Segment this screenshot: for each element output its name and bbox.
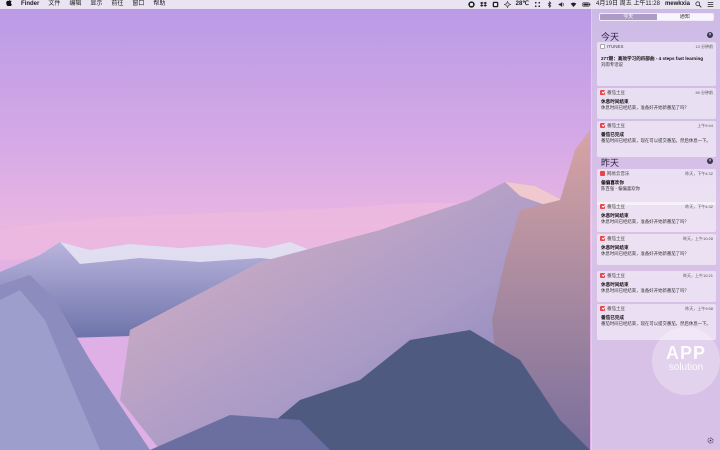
notification-center-icon[interactable]	[707, 1, 714, 8]
app-menu-finder[interactable]: Finder	[21, 0, 39, 9]
menu-window[interactable]: 窗口	[132, 0, 144, 9]
section-header-yesterday: 昨天 ×	[601, 156, 713, 168]
notification-time: 昨天，上午9:58	[685, 306, 713, 311]
datetime-label[interactable]: 4月19日 周五 上午11:28	[596, 0, 660, 9]
gear-icon[interactable]	[707, 437, 714, 444]
section-header-today: 今天 ×	[601, 30, 713, 42]
notification-app: 番茄土豆	[607, 306, 625, 311]
notification-app: 番茄土豆	[607, 90, 625, 95]
menu-edit[interactable]: 编辑	[69, 0, 81, 9]
notification-time: 13 分钟前	[695, 44, 713, 49]
notification-body: 番茄时间已经结束，现在可以提交番茄，然后休息一下。	[601, 138, 711, 143]
tomato-app-icon	[600, 90, 605, 95]
menu-view[interactable]: 显示	[90, 0, 102, 9]
notification-app: 网易云音乐	[607, 171, 630, 176]
app-grid-icon[interactable]	[534, 1, 541, 8]
wifi-icon[interactable]	[570, 1, 577, 8]
notification-body: 陈百强 - 偏偏喜欢你	[601, 186, 641, 191]
menu-go[interactable]: 前往	[111, 0, 123, 9]
tomato-app-icon	[600, 236, 605, 241]
notification-card[interactable]: 番茄土豆 昨天，上午10:21 休息时间结束 休息时间已经结束，准备好开始新番茄…	[597, 271, 716, 302]
volume-icon[interactable]	[558, 1, 565, 8]
notification-app: ITUNES	[607, 44, 624, 49]
notification-time: 昨天，下午4:32	[685, 204, 713, 209]
notification-card[interactable]: 网易云音乐 昨天，下午4:32 偏偏喜欢你 陈百强 - 偏偏喜欢你	[597, 169, 716, 205]
notification-body: 休息时间已经结束，准备好开始新番茄了吗？	[601, 288, 689, 293]
bluetooth-icon[interactable]	[546, 1, 553, 8]
battery-icon[interactable]	[582, 1, 591, 8]
notification-time: 59 分钟前	[695, 90, 713, 95]
notification-time: 上午9:44	[697, 123, 713, 128]
box-icon[interactable]	[492, 1, 499, 8]
section-title: 昨天	[601, 158, 620, 168]
menu-bar: Finder 文件 编辑 显示 前往 窗口 帮助 28℃ 4月19日 周五 上午…	[0, 0, 720, 9]
temperature-label[interactable]: 28℃	[516, 0, 529, 9]
notification-app: 番茄土豆	[607, 236, 625, 241]
notification-time: 昨天，下午4:32	[685, 171, 713, 176]
weather-icon[interactable]	[503, 1, 511, 8]
menu-file[interactable]: 文件	[48, 0, 60, 9]
tab-today[interactable]: 今天	[600, 14, 657, 20]
apple-menu-icon[interactable]	[6, 0, 12, 10]
notification-body: 番茄时间已经结束，现在可以提交番茄，然后休息一下。	[601, 321, 711, 326]
tomato-app-icon	[600, 273, 605, 278]
dropbox-icon[interactable]	[479, 1, 487, 8]
notification-card[interactable]: 番茄土豆 昨天，下午4:32 休息时间结束 休息时间已经结束，准备好开始新番茄了…	[597, 202, 716, 232]
clear-section-icon[interactable]: ×	[707, 158, 713, 164]
notification-body: 休息时间已经结束，准备好开始新番茄了吗？	[601, 105, 689, 110]
notification-time: 昨天，上午10:21	[682, 273, 713, 278]
itunes-icon	[600, 44, 605, 49]
search-icon[interactable]	[695, 1, 702, 8]
watermark-logo: APP solution	[652, 327, 720, 395]
notification-app: 番茄土豆	[607, 204, 625, 209]
watermark-line1: APP	[665, 343, 706, 363]
nc-segmented-control: 今天 通知	[599, 13, 714, 21]
notification-body: 休息时间已经结束，准备好开始新番茄了吗？	[601, 219, 689, 224]
notification-card[interactable]: ITUNES 13 分钟前 277期：高效学习的四部曲 - 4 steps fa…	[597, 42, 716, 86]
notification-card[interactable]: 番茄土豆 上午9:44 番茄已完成 番茄时间已经结束，现在可以提交番茄，然后休息…	[597, 121, 716, 157]
menu-help[interactable]: 帮助	[153, 0, 165, 9]
notification-card[interactable]: 番茄土豆 59 分钟前 休息时间结束 休息时间已经结束，准备好开始新番茄了吗？	[597, 88, 716, 119]
notification-body: 休息时间已经结束，准备好开始新番茄了吗？	[601, 251, 689, 256]
watermark-line2: solution	[668, 362, 704, 373]
notification-time: 昨天，上午10:28	[682, 236, 713, 241]
tomato-app-icon	[600, 204, 605, 209]
notification-app: 番茄土豆	[607, 123, 625, 128]
tab-notifications[interactable]: 通知	[656, 14, 713, 20]
tomato-app-icon	[600, 123, 605, 128]
tomato-app-icon	[600, 306, 605, 311]
notification-app: 番茄土豆	[607, 273, 625, 278]
notification-body: 刘雨专话说	[601, 62, 623, 67]
username-label[interactable]: mewkxia	[665, 0, 690, 9]
notification-card[interactable]: 番茄土豆 昨天，上午10:28 休息时间结束 休息时间已经结束，准备好开始新番茄…	[597, 234, 716, 265]
evernote-icon[interactable]	[467, 1, 475, 8]
clear-section-icon[interactable]: ×	[707, 32, 713, 38]
netease-music-icon	[600, 171, 605, 176]
